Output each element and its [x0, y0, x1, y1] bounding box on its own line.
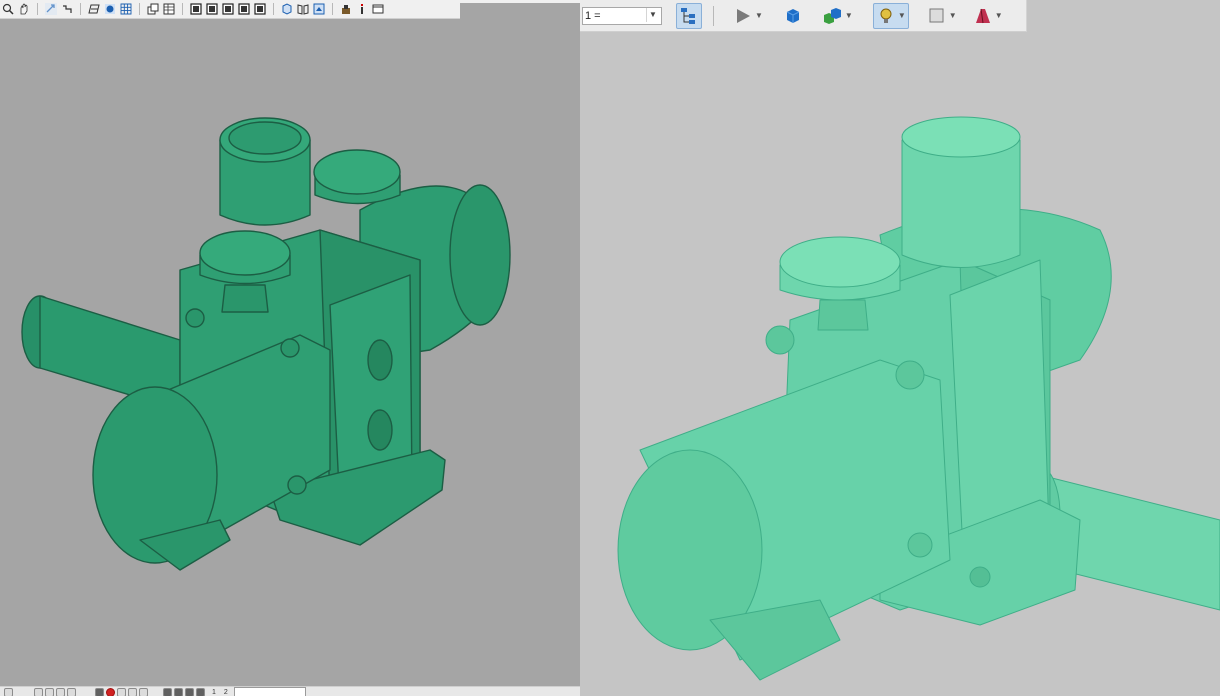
left-bottom-toolbar: 1 2 [0, 686, 580, 696]
chevron-down-icon[interactable]: ▼ [898, 11, 906, 20]
play-button[interactable]: ▼ [733, 4, 763, 28]
view-iso-icon[interactable] [280, 2, 294, 16]
toolbar-strip [460, 0, 580, 3]
bottom-tool-icon[interactable] [56, 687, 65, 696]
pan-hand-icon[interactable] [17, 2, 31, 16]
display-style-icon [929, 8, 944, 22]
display-style-button[interactable]: ▼ [927, 4, 957, 28]
info-icon[interactable] [355, 2, 369, 16]
chevron-down-icon[interactable]: ▼ [646, 7, 659, 22]
chevron-down-icon[interactable]: ▼ [845, 11, 853, 20]
toolbar-separator [713, 5, 714, 26]
toolbar-separator [273, 3, 274, 15]
view-back-icon[interactable] [205, 2, 219, 16]
toolbar-separator [182, 3, 183, 15]
table-icon[interactable] [162, 2, 176, 16]
cube-group-icon [823, 7, 841, 24]
toolbar-separator [332, 3, 333, 15]
wireframe-icon[interactable] [87, 2, 101, 16]
lighting-bulb-icon [880, 8, 892, 23]
view-mirror-icon[interactable] [296, 2, 310, 16]
new-view-icon[interactable] [146, 2, 160, 16]
first-frame-icon[interactable] [163, 687, 172, 696]
chevron-down-icon[interactable]: ▼ [995, 11, 1003, 20]
solid-cube-button[interactable] [783, 4, 803, 28]
bottom-tool-icon[interactable] [128, 687, 137, 696]
bottom-tool-icon[interactable] [4, 687, 13, 696]
layer-combobox-value: 1 = [585, 9, 601, 22]
measure-icon[interactable] [339, 2, 353, 16]
right-3d-viewport[interactable] [580, 0, 1220, 696]
record-icon[interactable] [95, 687, 104, 696]
view-left-icon[interactable] [221, 2, 235, 16]
toolbar-separator [139, 3, 140, 15]
cube-group-button[interactable]: ▼ [823, 4, 853, 28]
bottom-tool-icon[interactable] [139, 687, 148, 696]
material-button[interactable]: ▼ [973, 4, 1003, 28]
view-top-icon[interactable] [253, 2, 267, 16]
toolbar-separator [37, 3, 38, 15]
right-cad-window: 1 = ▼ ▼ ▼ ▼ ▼ ▼ [580, 0, 1220, 696]
solid-cube-icon [786, 8, 800, 23]
grid-icon[interactable] [119, 2, 133, 16]
rotate-free-icon[interactable] [60, 2, 74, 16]
window-icon[interactable] [371, 2, 385, 16]
prev-frame-icon[interactable] [174, 687, 183, 696]
frame-input[interactable] [233, 687, 306, 696]
left-toolbar [0, 0, 460, 19]
next-frame-icon[interactable] [185, 687, 194, 696]
layer-combobox[interactable]: 1 = ▼ [582, 6, 662, 25]
zoom-icon[interactable] [1, 2, 15, 16]
frame-label-b: 2 [223, 688, 228, 696]
model-tree-icon [681, 7, 695, 24]
stop-icon[interactable] [106, 687, 115, 696]
toolbar-separator [80, 3, 81, 15]
right-toolbar: 1 = ▼ ▼ ▼ ▼ ▼ ▼ [580, 0, 1027, 32]
rotate-icon[interactable] [44, 2, 58, 16]
frame-label-a: 1 [212, 688, 216, 696]
view-right-icon[interactable] [237, 2, 251, 16]
bottom-tool-icon[interactable] [67, 687, 76, 696]
material-icon [975, 8, 990, 23]
last-frame-icon[interactable] [196, 687, 205, 696]
play-icon [737, 8, 750, 23]
left-3d-viewport[interactable] [0, 0, 580, 696]
lighting-button[interactable]: ▼ [872, 2, 909, 29]
bottom-tool-icon[interactable] [45, 687, 54, 696]
left-cad-window: 1 2 [0, 0, 580, 696]
model-tree-button[interactable] [676, 2, 702, 29]
view-front-icon[interactable] [189, 2, 203, 16]
view-fit-icon[interactable] [312, 2, 326, 16]
shaded-icon[interactable] [103, 2, 117, 16]
chevron-down-icon[interactable]: ▼ [949, 11, 957, 20]
bottom-tool-icon[interactable] [117, 687, 126, 696]
bottom-tool-icon[interactable] [34, 687, 43, 696]
chevron-down-icon[interactable]: ▼ [755, 11, 763, 20]
